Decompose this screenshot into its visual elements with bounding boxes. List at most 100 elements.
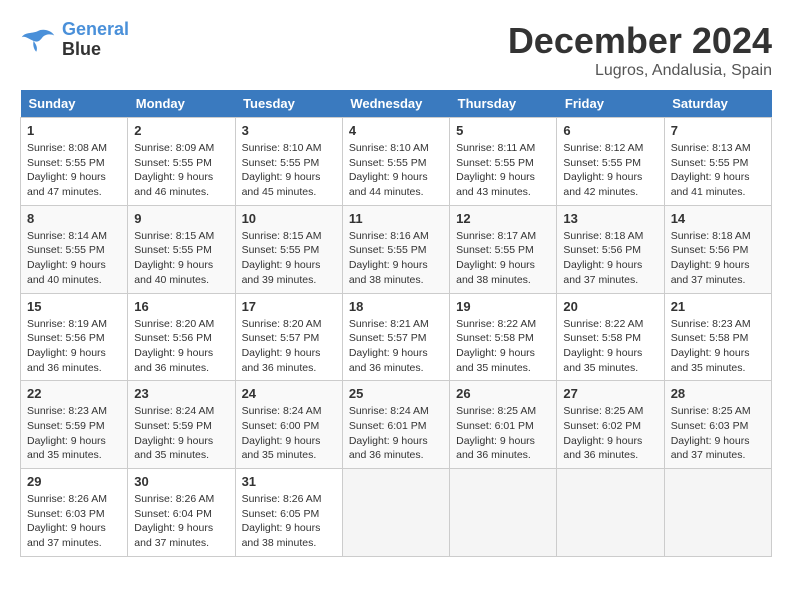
day-number: 9: [134, 211, 228, 226]
sunrise-label: Sunrise: 8:20 AM: [242, 318, 322, 330]
daylight-label: Daylight: 9 hours and 46 minutes.: [134, 171, 213, 198]
title-section: December 2024 Lugros, Andalusia, Spain: [508, 20, 772, 80]
table-row: 8 Sunrise: 8:14 AM Sunset: 5:55 PM Dayli…: [21, 205, 128, 293]
sunset-label: Sunset: 5:56 PM: [671, 244, 749, 256]
day-info: Sunrise: 8:21 AM Sunset: 5:57 PM Dayligh…: [349, 317, 443, 376]
sunrise-label: Sunrise: 8:18 AM: [671, 230, 751, 242]
daylight-label: Daylight: 9 hours and 35 minutes.: [456, 347, 535, 374]
calendar-week-4: 22 Sunrise: 8:23 AM Sunset: 5:59 PM Dayl…: [21, 381, 772, 469]
table-row: 16 Sunrise: 8:20 AM Sunset: 5:56 PM Dayl…: [128, 293, 235, 381]
daylight-label: Daylight: 9 hours and 44 minutes.: [349, 171, 428, 198]
day-number: 14: [671, 211, 765, 226]
table-row: 12 Sunrise: 8:17 AM Sunset: 5:55 PM Dayl…: [450, 205, 557, 293]
day-number: 20: [563, 299, 657, 314]
daylight-label: Daylight: 9 hours and 37 minutes.: [134, 522, 213, 549]
sunset-label: Sunset: 5:58 PM: [456, 332, 534, 344]
day-number: 7: [671, 123, 765, 138]
sunset-label: Sunset: 5:55 PM: [456, 244, 534, 256]
sunrise-label: Sunrise: 8:10 AM: [349, 142, 429, 154]
day-number: 12: [456, 211, 550, 226]
day-info: Sunrise: 8:25 AM Sunset: 6:01 PM Dayligh…: [456, 404, 550, 463]
day-number: 19: [456, 299, 550, 314]
table-row: 14 Sunrise: 8:18 AM Sunset: 5:56 PM Dayl…: [664, 205, 771, 293]
logo: General Blue: [20, 20, 129, 60]
daylight-label: Daylight: 9 hours and 35 minutes.: [563, 347, 642, 374]
sunset-label: Sunset: 5:58 PM: [671, 332, 749, 344]
table-row: 28 Sunrise: 8:25 AM Sunset: 6:03 PM Dayl…: [664, 381, 771, 469]
sunrise-label: Sunrise: 8:25 AM: [671, 405, 751, 417]
daylight-label: Daylight: 9 hours and 36 minutes.: [242, 347, 321, 374]
sunset-label: Sunset: 6:03 PM: [671, 420, 749, 432]
sunrise-label: Sunrise: 8:16 AM: [349, 230, 429, 242]
table-row: 27 Sunrise: 8:25 AM Sunset: 6:02 PM Dayl…: [557, 381, 664, 469]
day-info: Sunrise: 8:26 AM Sunset: 6:04 PM Dayligh…: [134, 492, 228, 551]
day-info: Sunrise: 8:22 AM Sunset: 5:58 PM Dayligh…: [456, 317, 550, 376]
daylight-label: Daylight: 9 hours and 37 minutes.: [563, 259, 642, 286]
sunset-label: Sunset: 5:56 PM: [27, 332, 105, 344]
calendar-header-tuesday: Tuesday: [235, 90, 342, 118]
table-row: 23 Sunrise: 8:24 AM Sunset: 5:59 PM Dayl…: [128, 381, 235, 469]
daylight-label: Daylight: 9 hours and 36 minutes.: [349, 435, 428, 462]
daylight-label: Daylight: 9 hours and 36 minutes.: [563, 435, 642, 462]
sunset-label: Sunset: 5:57 PM: [349, 332, 427, 344]
sunrise-label: Sunrise: 8:24 AM: [349, 405, 429, 417]
table-row: 25 Sunrise: 8:24 AM Sunset: 6:01 PM Dayl…: [342, 381, 449, 469]
day-info: Sunrise: 8:15 AM Sunset: 5:55 PM Dayligh…: [134, 229, 228, 288]
sunset-label: Sunset: 5:55 PM: [27, 244, 105, 256]
sunrise-label: Sunrise: 8:26 AM: [242, 493, 322, 505]
table-row: 15 Sunrise: 8:19 AM Sunset: 5:56 PM Dayl…: [21, 293, 128, 381]
day-number: 24: [242, 386, 336, 401]
daylight-label: Daylight: 9 hours and 38 minutes.: [456, 259, 535, 286]
daylight-label: Daylight: 9 hours and 39 minutes.: [242, 259, 321, 286]
day-info: Sunrise: 8:20 AM Sunset: 5:57 PM Dayligh…: [242, 317, 336, 376]
calendar-table: SundayMondayTuesdayWednesdayThursdayFrid…: [20, 90, 772, 557]
day-number: 18: [349, 299, 443, 314]
sunset-label: Sunset: 5:56 PM: [134, 332, 212, 344]
day-number: 31: [242, 474, 336, 489]
day-number: 11: [349, 211, 443, 226]
sunset-label: Sunset: 5:59 PM: [27, 420, 105, 432]
daylight-label: Daylight: 9 hours and 37 minutes.: [27, 522, 106, 549]
sunrise-label: Sunrise: 8:14 AM: [27, 230, 107, 242]
daylight-label: Daylight: 9 hours and 40 minutes.: [27, 259, 106, 286]
daylight-label: Daylight: 9 hours and 36 minutes.: [349, 347, 428, 374]
table-row: 2 Sunrise: 8:09 AM Sunset: 5:55 PM Dayli…: [128, 118, 235, 206]
sunrise-label: Sunrise: 8:22 AM: [456, 318, 536, 330]
table-row: [342, 469, 449, 557]
table-row: 21 Sunrise: 8:23 AM Sunset: 5:58 PM Dayl…: [664, 293, 771, 381]
sunrise-label: Sunrise: 8:24 AM: [134, 405, 214, 417]
sunset-label: Sunset: 5:55 PM: [242, 244, 320, 256]
day-number: 28: [671, 386, 765, 401]
day-info: Sunrise: 8:17 AM Sunset: 5:55 PM Dayligh…: [456, 229, 550, 288]
day-number: 22: [27, 386, 121, 401]
daylight-label: Daylight: 9 hours and 35 minutes.: [27, 435, 106, 462]
table-row: 22 Sunrise: 8:23 AM Sunset: 5:59 PM Dayl…: [21, 381, 128, 469]
calendar-header-thursday: Thursday: [450, 90, 557, 118]
day-number: 30: [134, 474, 228, 489]
day-info: Sunrise: 8:26 AM Sunset: 6:05 PM Dayligh…: [242, 492, 336, 551]
sunset-label: Sunset: 5:56 PM: [563, 244, 641, 256]
daylight-label: Daylight: 9 hours and 45 minutes.: [242, 171, 321, 198]
table-row: 3 Sunrise: 8:10 AM Sunset: 5:55 PM Dayli…: [235, 118, 342, 206]
sunrise-label: Sunrise: 8:20 AM: [134, 318, 214, 330]
calendar-header-saturday: Saturday: [664, 90, 771, 118]
sunset-label: Sunset: 6:05 PM: [242, 508, 320, 520]
day-number: 23: [134, 386, 228, 401]
day-number: 29: [27, 474, 121, 489]
day-info: Sunrise: 8:25 AM Sunset: 6:03 PM Dayligh…: [671, 404, 765, 463]
table-row: 17 Sunrise: 8:20 AM Sunset: 5:57 PM Dayl…: [235, 293, 342, 381]
daylight-label: Daylight: 9 hours and 35 minutes.: [134, 435, 213, 462]
sunset-label: Sunset: 5:58 PM: [563, 332, 641, 344]
sunrise-label: Sunrise: 8:13 AM: [671, 142, 751, 154]
table-row: 26 Sunrise: 8:25 AM Sunset: 6:01 PM Dayl…: [450, 381, 557, 469]
day-info: Sunrise: 8:10 AM Sunset: 5:55 PM Dayligh…: [242, 141, 336, 200]
sunrise-label: Sunrise: 8:12 AM: [563, 142, 643, 154]
table-row: 7 Sunrise: 8:13 AM Sunset: 5:55 PM Dayli…: [664, 118, 771, 206]
day-info: Sunrise: 8:20 AM Sunset: 5:56 PM Dayligh…: [134, 317, 228, 376]
sunrise-label: Sunrise: 8:11 AM: [456, 142, 535, 154]
sunset-label: Sunset: 6:01 PM: [456, 420, 534, 432]
sunrise-label: Sunrise: 8:15 AM: [242, 230, 322, 242]
day-info: Sunrise: 8:15 AM Sunset: 5:55 PM Dayligh…: [242, 229, 336, 288]
calendar-week-5: 29 Sunrise: 8:26 AM Sunset: 6:03 PM Dayl…: [21, 469, 772, 557]
sunset-label: Sunset: 6:01 PM: [349, 420, 427, 432]
